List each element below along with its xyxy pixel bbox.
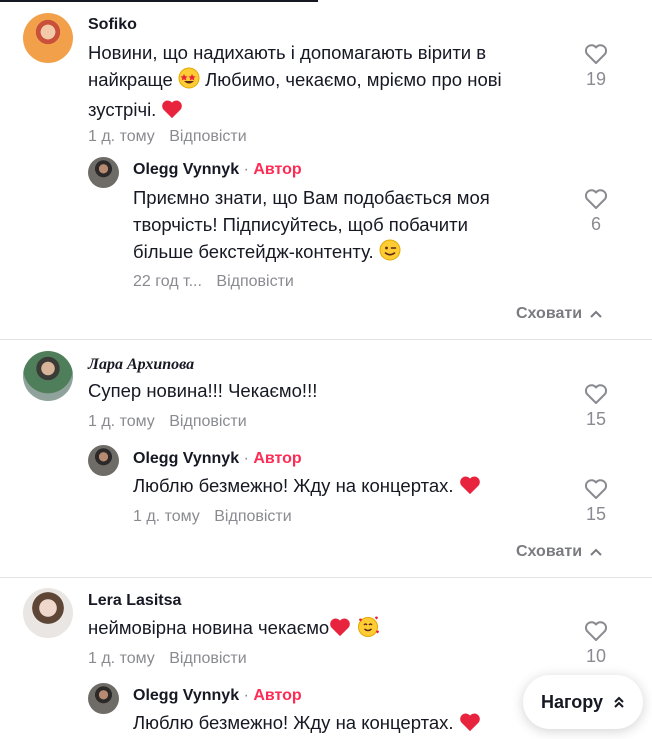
- hide-replies-button[interactable]: Сховати: [516, 543, 602, 561]
- reply-meta: 1 д. тому Відповісти: [133, 508, 292, 526]
- reply-time: 1 д. тому: [133, 508, 200, 525]
- like-button[interactable]: 6: [576, 188, 616, 235]
- avatar[interactable]: [88, 683, 119, 714]
- avatar[interactable]: [23, 588, 73, 638]
- comment-meta: 1 д. тому Відповісти: [88, 128, 247, 146]
- like-count: 19: [585, 69, 607, 89]
- reply-author: Olegg Vynnyk · Автор: [133, 687, 302, 704]
- author-badge: Автор: [253, 687, 302, 704]
- winking-emoji-icon: [379, 239, 401, 268]
- heart-outline-icon: [584, 479, 608, 499]
- like-button[interactable]: 10: [576, 620, 616, 667]
- comment-meta: 1 д. тому Відповісти: [88, 413, 247, 431]
- reply-meta: 22 год т... Відповісти: [133, 273, 294, 291]
- reply-text: Приємно знати, що Вам подобається моя тв…: [133, 184, 553, 268]
- like-count: 15: [585, 409, 607, 429]
- double-chevron-up-icon: [614, 696, 624, 708]
- chevron-up-icon: [590, 310, 602, 318]
- reply-button[interactable]: Відповісти: [216, 273, 293, 290]
- heart-outline-icon: [584, 189, 608, 209]
- comment-text: неймовірна новина чекаємо: [88, 614, 558, 644]
- comment-meta: 1 д. тому Відповісти: [88, 650, 247, 668]
- like-count: 10: [585, 646, 607, 666]
- like-button[interactable]: 15: [576, 478, 616, 525]
- comment-time: 1 д. тому: [88, 650, 155, 667]
- heart-emoji-icon: [459, 475, 481, 502]
- star-struck-emoji-icon: [178, 67, 200, 96]
- comment-author[interactable]: Lera Lasitsa: [88, 592, 181, 610]
- like-count: 15: [585, 504, 607, 524]
- reply-time: 22 год т...: [133, 273, 202, 290]
- reply-author: Olegg Vynnyk · Автор: [133, 161, 302, 178]
- reply-author: Olegg Vynnyk · Автор: [133, 450, 302, 467]
- like-button[interactable]: 19: [576, 43, 616, 90]
- heart-emoji-icon: [161, 99, 183, 126]
- comment-text: Супер новина!!! Чекаємо!!!: [88, 380, 318, 401]
- like-count: 6: [590, 214, 601, 234]
- comment-time: 1 д. тому: [88, 128, 155, 145]
- avatar[interactable]: [23, 13, 73, 63]
- scroll-to-top-button[interactable]: Нагору: [523, 675, 643, 729]
- comment-author[interactable]: Лара Архипова: [88, 356, 194, 374]
- reply-button[interactable]: Відповісти: [169, 128, 246, 145]
- author-badge: Автор: [253, 161, 302, 178]
- smiling-hearts-emoji-icon: [356, 615, 380, 644]
- divider: [0, 577, 652, 578]
- comment-text: Новини, що надихають і допомагають вірит…: [88, 39, 558, 126]
- heart-emoji-icon: [329, 617, 351, 644]
- reply-button[interactable]: Відповісти: [169, 650, 246, 667]
- hide-replies-button[interactable]: Сховати: [516, 305, 602, 323]
- chevron-up-icon: [590, 548, 602, 556]
- avatar[interactable]: [23, 351, 73, 401]
- avatar[interactable]: [88, 157, 119, 188]
- comment-author[interactable]: Sofiko: [88, 16, 137, 34]
- divider: [0, 339, 652, 340]
- heart-emoji-icon: [459, 712, 481, 739]
- reply-button[interactable]: Відповісти: [214, 508, 291, 525]
- tab-indicator: [0, 0, 318, 2]
- author-badge: Автор: [253, 450, 302, 467]
- comment-time: 1 д. тому: [88, 413, 155, 430]
- like-button[interactable]: 15: [576, 383, 616, 430]
- heart-outline-icon: [584, 384, 608, 404]
- reply-text: Люблю безмежно! Жду на концертах.: [133, 709, 553, 739]
- heart-outline-icon: [584, 621, 608, 641]
- heart-outline-icon: [584, 44, 608, 64]
- avatar[interactable]: [88, 445, 119, 476]
- reply-button[interactable]: Відповісти: [169, 413, 246, 430]
- reply-text: Люблю безмежно! Жду на концертах.: [133, 472, 553, 502]
